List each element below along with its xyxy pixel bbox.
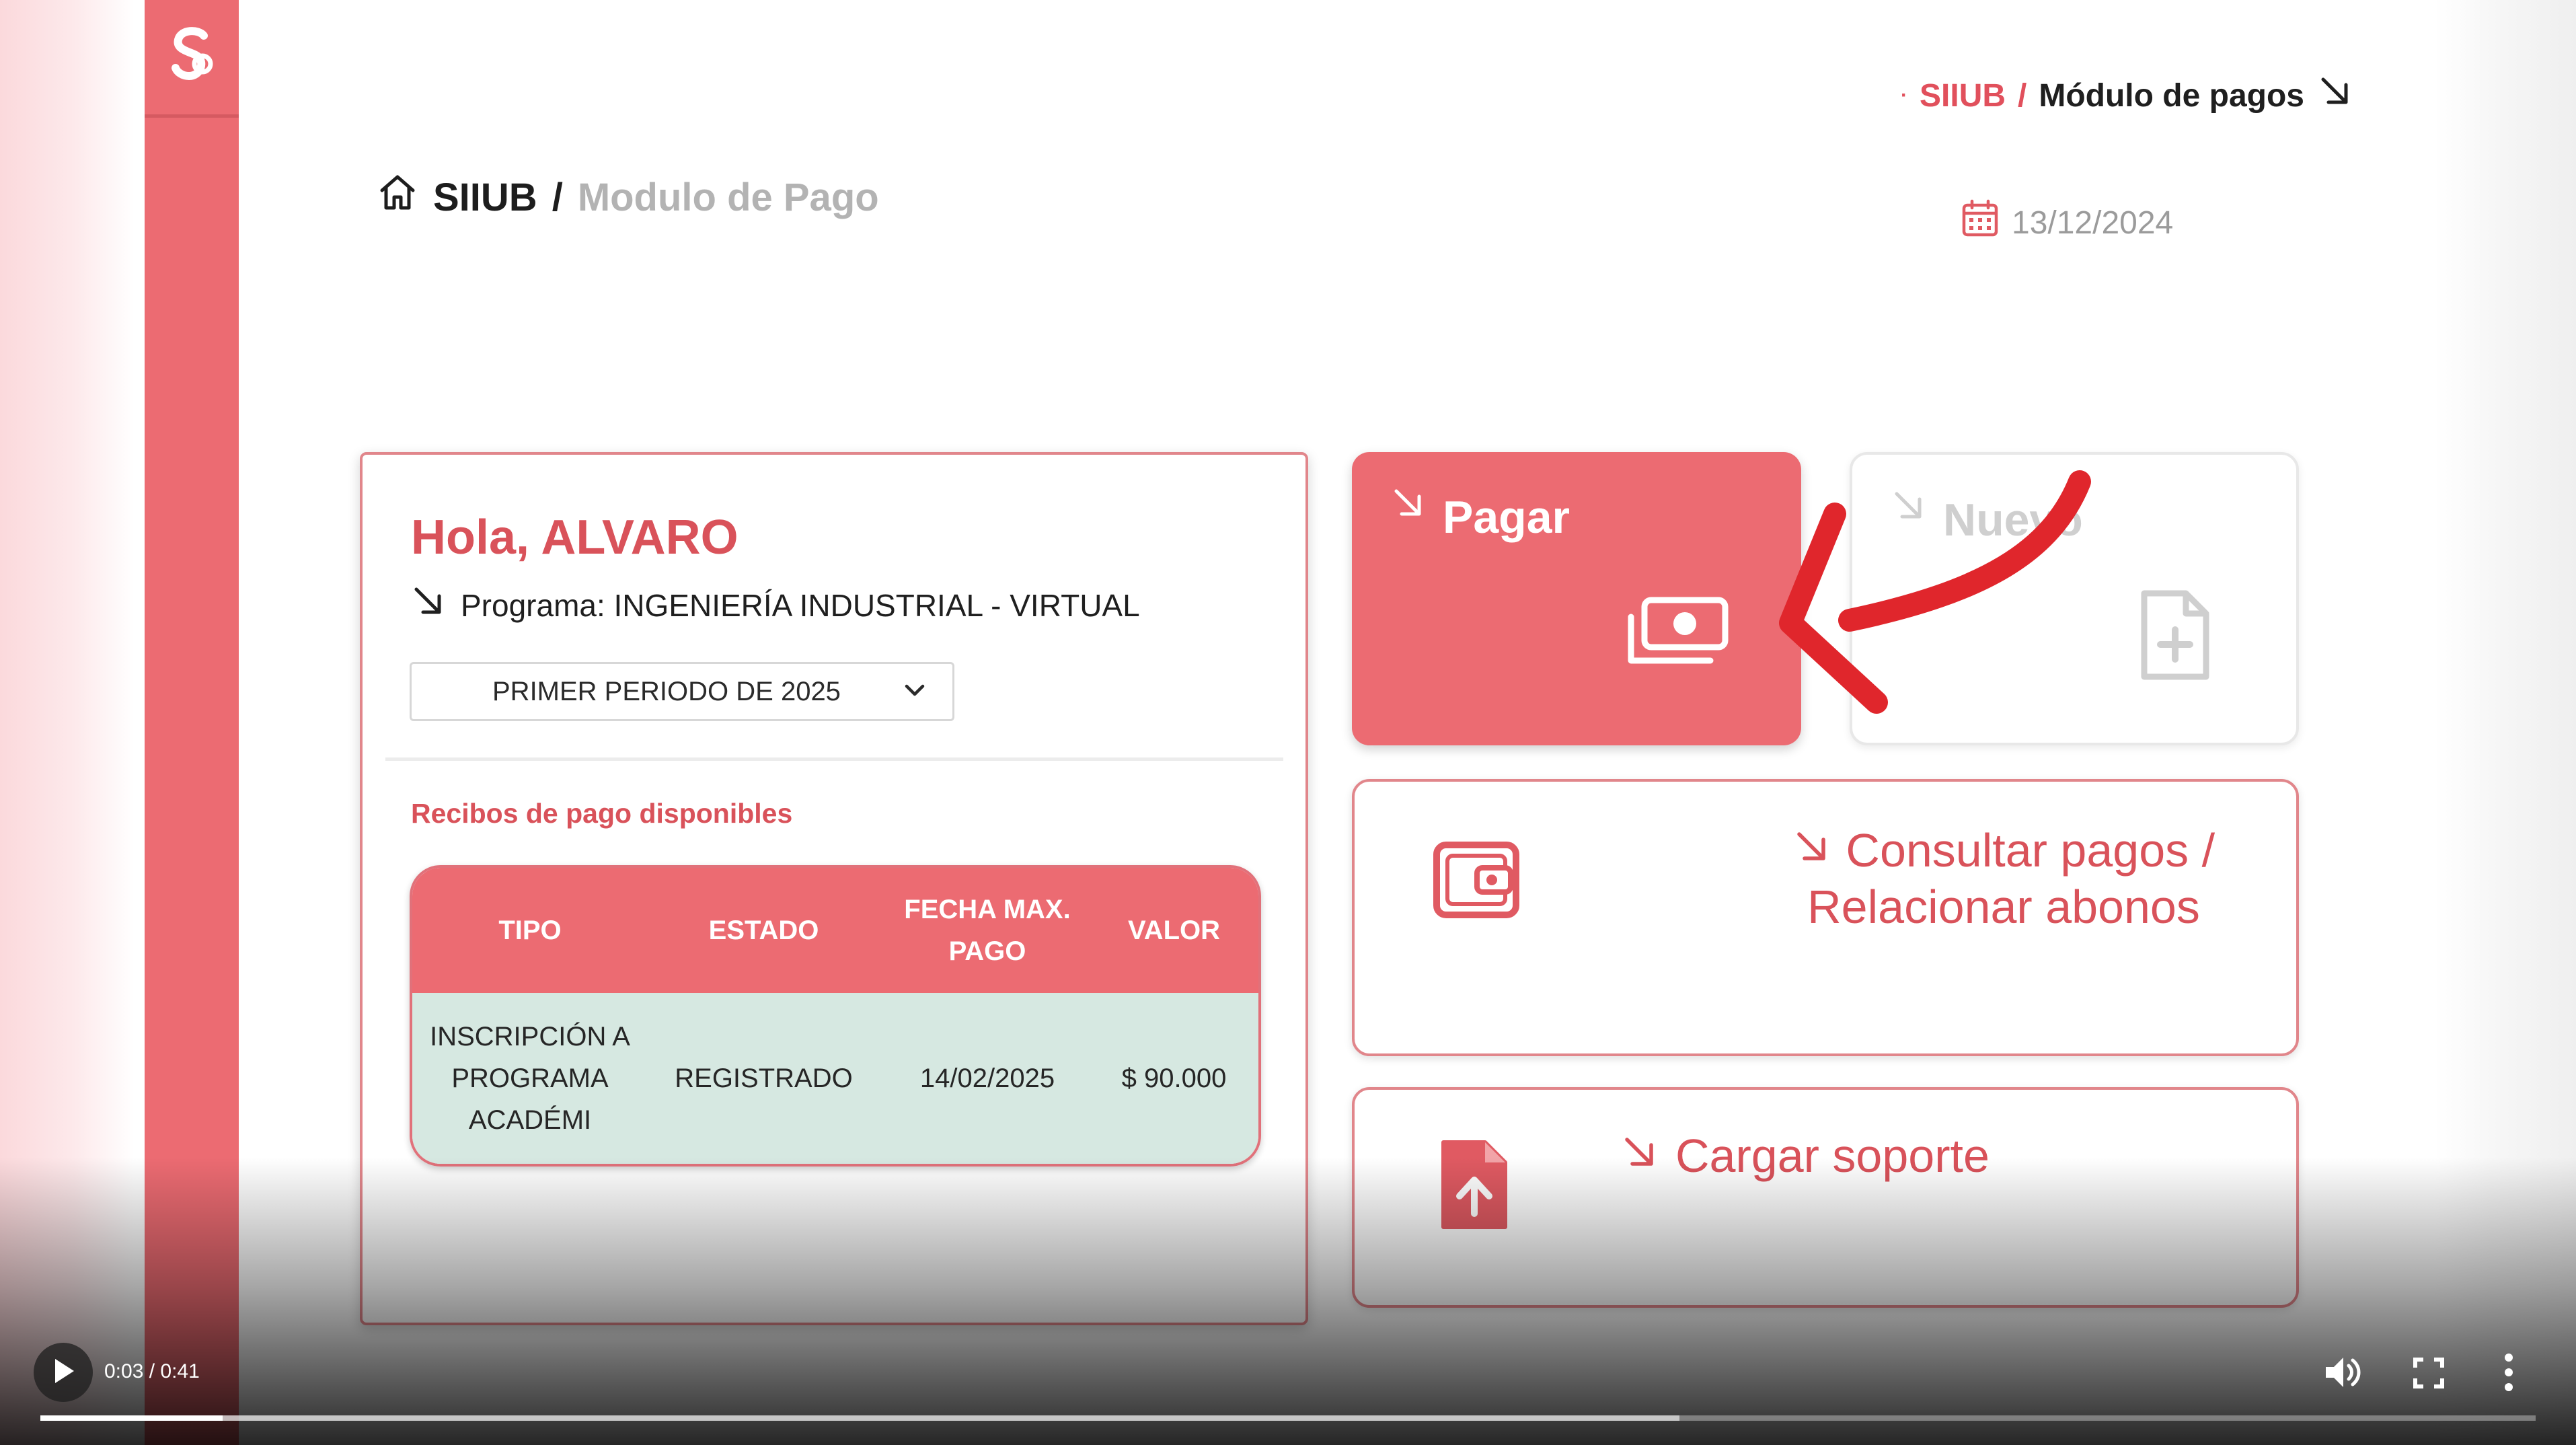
date-value: 13/12/2024 xyxy=(2012,205,2174,241)
arrow-down-right-icon xyxy=(2316,73,2354,118)
cell-estado: REGISTRADO xyxy=(675,1064,853,1093)
consultar-text: Consultar pagos / Relacionar abonos xyxy=(1807,824,2215,933)
current-date: 13/12/2024 xyxy=(1961,198,2173,247)
column-header: VALOR xyxy=(1127,916,1221,945)
consultar-label: Consultar pagos / Relacionar abonos xyxy=(1735,822,2273,935)
top-breadcrumb-separator: / xyxy=(2018,77,2027,114)
receipts-table: TIPO ESTADO FECHA MAX. PAGO VALOR INSCRI… xyxy=(410,865,1261,1166)
column-header: FECHA MAX. PAGO xyxy=(904,895,1071,966)
breadcrumb-current: Modulo de Pago xyxy=(577,175,879,219)
greeting: Hola, ALVARO xyxy=(411,511,738,564)
breadcrumb-root[interactable]: SIIUB xyxy=(433,175,537,220)
receipts-label: Recibos de pago disponibles xyxy=(411,798,793,829)
file-plus-icon xyxy=(2135,588,2215,686)
breadcrumb-separator: / xyxy=(552,175,563,219)
top-breadcrumb-current: Módulo de pagos xyxy=(2039,77,2304,114)
period-select-value: PRIMER PERIODO DE 2025 xyxy=(492,676,841,706)
pagar-label: Pagar xyxy=(1443,492,1570,543)
arrow-down-right-icon xyxy=(411,584,446,626)
program-line: Programa: INGENIERÍA INDUSTRIAL - VIRTUA… xyxy=(411,584,1140,626)
arrow-down-right-icon xyxy=(1792,824,1846,877)
top-breadcrumb: · SIIUB / Módulo de pagos xyxy=(1901,73,2354,118)
video-controls-overlay xyxy=(0,1157,2576,1445)
breadcrumb-dot: · xyxy=(1901,84,1907,106)
home-icon[interactable] xyxy=(377,172,418,223)
wallet-icon xyxy=(1430,836,1524,926)
logo-icon[interactable] xyxy=(145,0,239,118)
annotation-arrow xyxy=(1735,444,2112,730)
volume-icon[interactable] xyxy=(2320,1351,2363,1397)
arrow-down-right-icon xyxy=(1390,484,1427,525)
consultar-pagos-tile[interactable]: Consultar pagos / Relacionar abonos xyxy=(1352,779,2299,1056)
money-icon xyxy=(1624,593,1732,677)
cell-tipo: INSCRIPCIÓN A PROGRAMA ACADÉMI xyxy=(430,1022,630,1135)
table-header: TIPO ESTADO FECHA MAX. PAGO VALOR xyxy=(412,868,1258,993)
program-text: Programa: INGENIERÍA INDUSTRIAL - VIRTUA… xyxy=(461,587,1140,623)
video-progress-fill xyxy=(40,1415,223,1421)
column-header: TIPO xyxy=(498,916,562,945)
breadcrumb: SIIUB / Modulo de Pago xyxy=(377,172,879,223)
play-button[interactable] xyxy=(34,1343,93,1402)
fullscreen-icon[interactable] xyxy=(2411,1356,2446,1394)
more-vertical-icon[interactable] xyxy=(2502,1352,2515,1396)
pagar-tile[interactable]: Pagar xyxy=(1352,452,1801,745)
cell-valor: $ 90.000 xyxy=(1121,1064,1227,1093)
video-buffer-bar xyxy=(40,1415,1680,1421)
video-progress-bar[interactable] xyxy=(40,1415,2536,1421)
video-time: 0:03 / 0:41 xyxy=(104,1360,200,1382)
play-icon xyxy=(50,1356,77,1389)
cell-fecha: 14/02/2025 xyxy=(919,1064,1055,1093)
divider xyxy=(385,757,1283,761)
column-header: ESTADO xyxy=(708,916,819,945)
top-breadcrumb-root[interactable]: SIIUB xyxy=(1920,77,2006,114)
period-select[interactable]: PRIMER PERIODO DE 2025 xyxy=(410,662,954,721)
calendar-icon xyxy=(1961,198,2000,247)
table-row[interactable]: INSCRIPCIÓN A PROGRAMA ACADÉMI REGISTRAD… xyxy=(412,993,1258,1164)
chevron-down-icon xyxy=(901,677,928,707)
